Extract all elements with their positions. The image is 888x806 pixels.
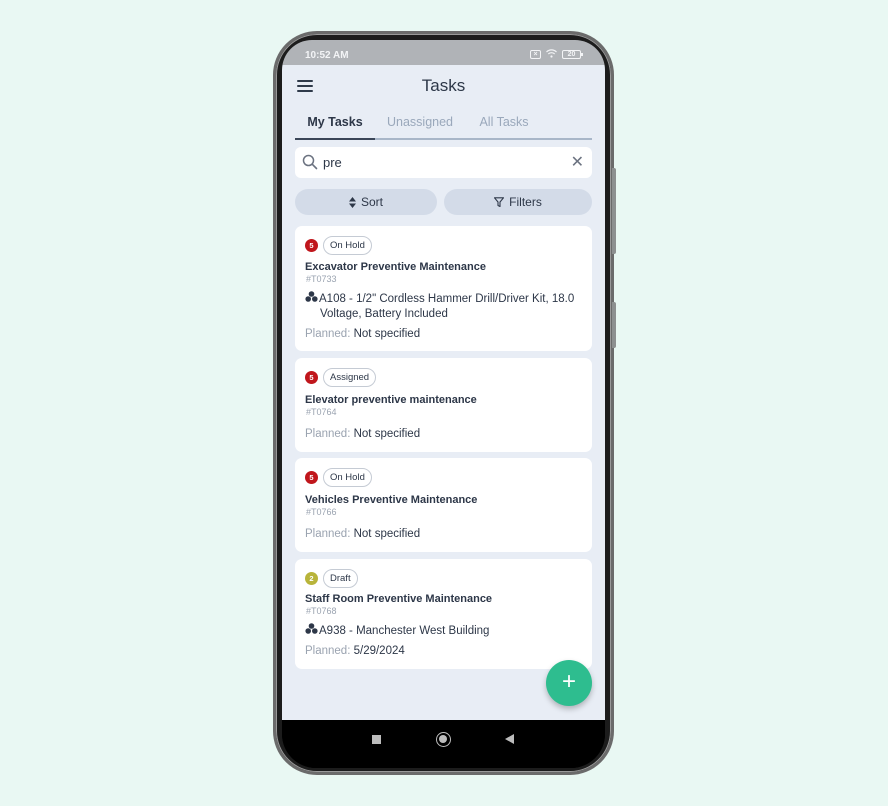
recents-icon[interactable] (372, 735, 381, 744)
filters-label: Filters (509, 195, 542, 209)
home-icon[interactable] (436, 732, 451, 747)
back-icon[interactable] (505, 734, 514, 744)
task-tabs: My Tasks Unassigned All Tasks (295, 113, 592, 140)
filters-button[interactable]: Filters (444, 189, 592, 215)
task-name: Elevator preventive maintenance (305, 394, 477, 406)
tab-my-tasks[interactable]: My Tasks (295, 113, 375, 140)
priority-badge: 5 (305, 471, 318, 484)
close-icon[interactable]: ✕ (571, 152, 584, 172)
battery-icon: 20 (562, 50, 583, 59)
sort-icon (348, 196, 356, 208)
task-planned: Planned: Not specified (305, 428, 421, 440)
task-code: #T0768 (306, 606, 337, 616)
task-asset: A108 - 1/2" Cordless Hammer Drill/Driver… (305, 291, 585, 322)
task-planned: Planned: Not specified (305, 528, 421, 540)
search-icon (302, 154, 318, 170)
status-badge: On Hold (323, 468, 372, 487)
search-bar: ✕ (295, 147, 592, 178)
asset-icon (305, 623, 319, 639)
task-code: #T0733 (306, 274, 337, 284)
sim-off-icon: × (530, 50, 541, 59)
task-asset: A938 - Manchester West Building (305, 623, 585, 639)
status-badge: On Hold (323, 236, 372, 255)
wifi-icon (546, 49, 557, 60)
status-time: 10:52 AM (305, 50, 349, 61)
page-title: Tasks (421, 76, 466, 95)
task-code: #T0764 (306, 407, 337, 417)
task-card[interactable]: 5 Assigned Elevator preventive maintenan… (295, 358, 592, 452)
priority-badge: 5 (305, 239, 318, 252)
asset-icon (305, 291, 319, 307)
status-badge: Draft (323, 569, 358, 588)
task-card[interactable]: 2 Draft Staff Room Preventive Maintenanc… (295, 559, 592, 669)
tab-unassigned[interactable]: Unassigned (375, 113, 465, 138)
task-name: Vehicles Preventive Maintenance (305, 494, 478, 506)
sort-label: Sort (360, 195, 383, 209)
priority-badge: 2 (305, 572, 318, 585)
sort-button[interactable]: Sort (295, 189, 437, 215)
tasks-app: Tasks My Tasks Unassigned All Tasks ✕ So… (282, 65, 605, 720)
task-card[interactable]: 5 On Hold Vehicles Preventive Maintenanc… (295, 458, 592, 552)
task-card[interactable]: 5 On Hold Excavator Preventive Maintenan… (295, 226, 592, 351)
add-icon: + (561, 668, 576, 695)
priority-badge: 5 (305, 371, 318, 384)
volume-button (612, 168, 616, 254)
status-badge: Assigned (323, 368, 377, 387)
phone-screen: 10:52 AM × 20 Tasks My Tasks Unassigned … (282, 40, 605, 768)
task-name: Staff Room Preventive Maintenance (305, 593, 493, 605)
tab-all-tasks[interactable]: All Tasks (465, 113, 543, 138)
filter-icon (494, 197, 505, 207)
system-nav-bar (282, 720, 605, 768)
power-button (612, 302, 616, 348)
search-input[interactable] (323, 151, 563, 174)
task-planned: Planned: 5/29/2024 (305, 645, 405, 657)
add-task-button[interactable]: + (546, 660, 592, 706)
status-bar: 10:52 AM × 20 (282, 40, 605, 65)
task-code: #T0766 (306, 507, 337, 517)
task-planned: Planned: Not specified (305, 328, 421, 340)
task-name: Excavator Preventive Maintenance (305, 261, 486, 273)
